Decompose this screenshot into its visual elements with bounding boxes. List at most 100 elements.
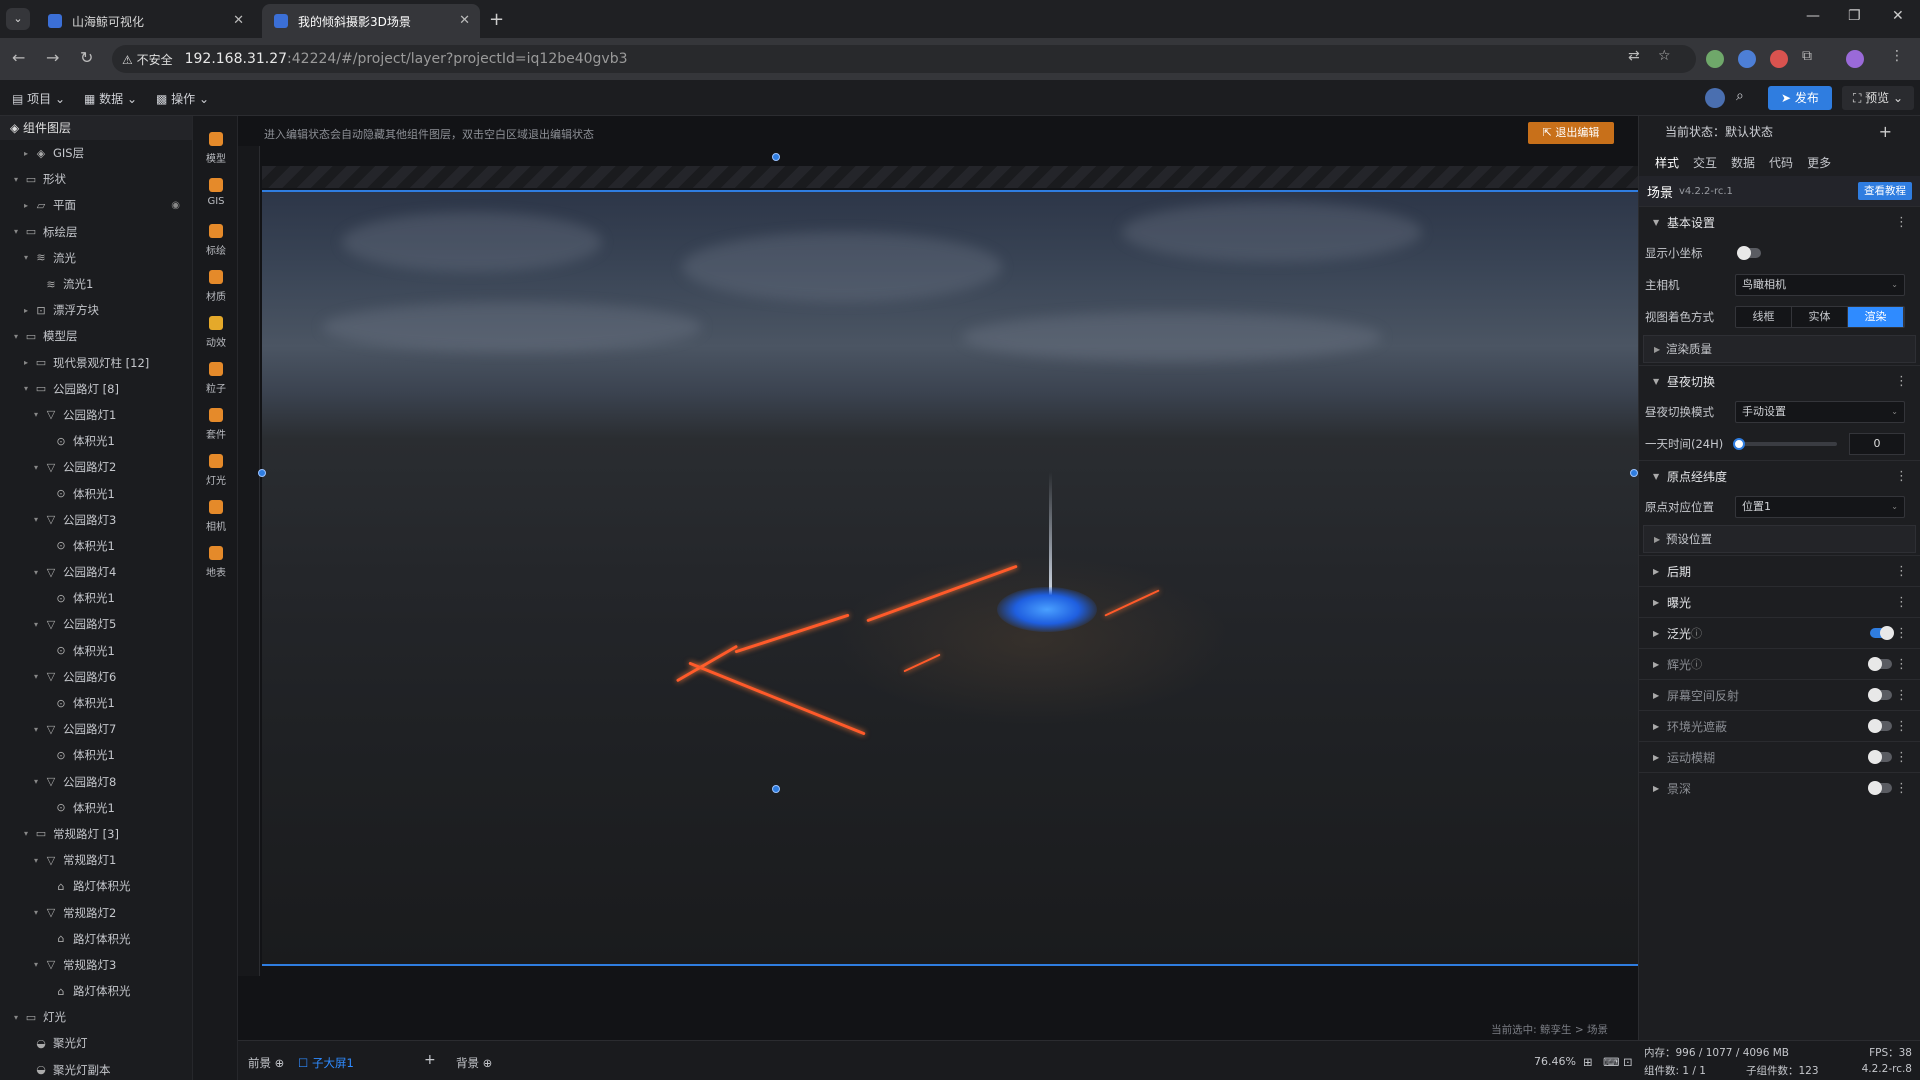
effect-section[interactable]: ▶ 屏幕空间反射 ⋮: [1639, 679, 1920, 710]
main-camera-select[interactable]: 鸟瞰相机 ⌄: [1735, 274, 1905, 296]
layer-row[interactable]: ▾ ▭ 公园路灯 [8]: [0, 376, 192, 402]
rail-item[interactable]: 地表: [193, 546, 239, 579]
effect-section[interactable]: ▶ 曝光 ⋮: [1639, 586, 1920, 617]
layer-row[interactable]: ◒ 聚光灯副本: [0, 1057, 192, 1080]
rail-item[interactable]: 模型: [193, 132, 239, 165]
layer-row[interactable]: ▾ ▭ 常规路灯 [3]: [0, 821, 192, 847]
resize-handle[interactable]: [772, 785, 780, 793]
layer-row[interactable]: ⊙ 体积光1: [0, 533, 192, 559]
origin-pos-select[interactable]: 位置1 ⌄: [1735, 496, 1905, 518]
layer-row[interactable]: ⌂ 路灯体积光: [0, 873, 192, 899]
close-tab-icon[interactable]: ✕: [233, 13, 244, 28]
layer-row[interactable]: ▾ ▽ 公园路灯6: [0, 664, 192, 690]
effect-section[interactable]: ▶ 泛光 ⓘ ⋮: [1639, 617, 1920, 648]
more-icon[interactable]: ⋮: [1895, 750, 1908, 765]
preset-position-group[interactable]: ▶ 预设位置: [1643, 525, 1916, 553]
effect-toggle[interactable]: [1870, 626, 1894, 640]
layer-row[interactable]: ⌂ 路灯体积光: [0, 978, 192, 1004]
tab-search-button[interactable]: ⌄: [6, 8, 30, 30]
project-menu[interactable]: ▤ 项目 ⌄: [12, 90, 65, 107]
effect-section[interactable]: ▶ 运动模糊 ⋮: [1639, 741, 1920, 772]
profile-avatar-icon[interactable]: [1846, 50, 1864, 68]
effect-toggle[interactable]: [1868, 781, 1892, 795]
layer-row[interactable]: ▾ ▽ 常规路灯1: [0, 847, 192, 873]
expand-arrow-icon[interactable]: ▸: [24, 149, 34, 158]
expand-arrow-icon[interactable]: ▾: [34, 463, 44, 472]
expand-arrow-icon[interactable]: ▾: [24, 384, 34, 393]
layer-row[interactable]: ⊙ 体积光1: [0, 795, 192, 821]
more-icon[interactable]: ⋮: [1895, 374, 1908, 389]
shading-option[interactable]: 实体: [1792, 307, 1848, 327]
property-tab[interactable]: 交互: [1693, 154, 1717, 171]
expand-arrow-icon[interactable]: ▾: [24, 829, 34, 838]
more-icon[interactable]: ⋮: [1895, 626, 1908, 641]
slider-knob[interactable]: [1733, 438, 1745, 450]
layer-row[interactable]: ⊙ 体积光1: [0, 638, 192, 664]
layer-row[interactable]: ⊙ 体积光1: [0, 690, 192, 716]
hidden-eye-icon[interactable]: ◉: [171, 200, 180, 211]
rail-item[interactable]: 标绘: [193, 224, 239, 257]
layer-row[interactable]: ▾ ▭ 灯光: [0, 1004, 192, 1030]
rail-item[interactable]: 套件: [193, 408, 239, 441]
more-icon[interactable]: ⋮: [1895, 595, 1908, 610]
address-bar[interactable]: ⚠ 不安全 192.168.31.27:42224/#/project/laye…: [112, 45, 1696, 73]
expand-arrow-icon[interactable]: ▾: [34, 725, 44, 734]
expand-arrow-icon[interactable]: ▾: [34, 568, 44, 577]
property-tab[interactable]: 代码: [1769, 154, 1793, 171]
help-icon[interactable]: ⓘ: [1691, 625, 1702, 641]
fullscreen-icon[interactable]: ⊡: [1623, 1055, 1633, 1069]
layer-row[interactable]: ⊙ 体积光1: [0, 585, 192, 611]
ops-menu[interactable]: ▩ 操作 ⌄: [156, 90, 209, 107]
layer-row[interactable]: ▸ ⊡ 漂浮方块: [0, 297, 192, 323]
expand-arrow-icon[interactable]: ▾: [14, 1013, 24, 1022]
insecure-badge[interactable]: ⚠ 不安全: [122, 51, 173, 68]
data-menu[interactable]: ▦ 数据 ⌄: [84, 90, 137, 107]
effect-toggle[interactable]: [1868, 688, 1892, 702]
more-icon[interactable]: ⋮: [1895, 688, 1908, 703]
effect-toggle[interactable]: [1868, 750, 1892, 764]
expand-arrow-icon[interactable]: ▾: [34, 620, 44, 629]
section-daynight[interactable]: ▼ 昼夜切换 ⋮: [1639, 365, 1920, 396]
expand-arrow-icon[interactable]: ▾: [34, 410, 44, 419]
expand-arrow-icon[interactable]: ▾: [34, 960, 44, 969]
rail-item[interactable]: GIS: [193, 178, 239, 207]
help-icon[interactable]: ⓘ: [1691, 656, 1702, 672]
rail-item[interactable]: 灯光: [193, 454, 239, 487]
forward-icon[interactable]: →: [46, 48, 59, 67]
restore-icon[interactable]: ❐: [1848, 8, 1861, 24]
render-quality-group[interactable]: ▶ 渲染质量: [1643, 335, 1916, 363]
expand-arrow-icon[interactable]: ▾: [14, 227, 24, 236]
layer-row[interactable]: ⊙ 体积光1: [0, 480, 192, 506]
more-icon[interactable]: ⋮: [1895, 719, 1908, 734]
publish-button[interactable]: ➤ 发布: [1768, 86, 1832, 110]
more-icon[interactable]: ⋮: [1895, 215, 1908, 230]
browser-tab-1[interactable]: 山海鲸可视化 ✕: [36, 4, 254, 38]
layer-row[interactable]: ⊙ 体积光1: [0, 428, 192, 454]
expand-arrow-icon[interactable]: ▾: [24, 253, 34, 262]
effect-section[interactable]: ▶ 辉光 ⓘ ⋮: [1639, 648, 1920, 679]
expand-arrow-icon[interactable]: ▾: [14, 332, 24, 341]
foreground-tab[interactable]: 前景 ⊕: [248, 1055, 284, 1071]
tutorial-button[interactable]: 查看教程: [1858, 182, 1912, 200]
property-tab[interactable]: 数据: [1731, 154, 1755, 171]
layer-row[interactable]: ≋ 流光1: [0, 271, 192, 297]
effect-toggle[interactable]: [1868, 719, 1892, 733]
expand-arrow-icon[interactable]: ▾: [14, 175, 24, 184]
effect-section[interactable]: ▶ 景深 ⋮: [1639, 772, 1920, 803]
expand-arrow-icon[interactable]: ▾: [34, 856, 44, 865]
back-icon[interactable]: ←: [12, 48, 25, 67]
layer-row[interactable]: ◒ 聚光灯: [0, 1030, 192, 1056]
day-time-slider[interactable]: [1733, 438, 1837, 450]
extension-icon[interactable]: [1770, 50, 1788, 68]
extension-icon[interactable]: [1738, 50, 1756, 68]
expand-arrow-icon[interactable]: ▾: [34, 672, 44, 681]
browser-menu-icon[interactable]: ⋮: [1890, 48, 1904, 64]
day-time-input[interactable]: 0: [1849, 433, 1905, 455]
expand-arrow-icon[interactable]: ▾: [34, 777, 44, 786]
close-window-icon[interactable]: ✕: [1892, 8, 1904, 24]
background-tab[interactable]: 背景 ⊕: [456, 1055, 492, 1071]
layer-row[interactable]: ▾ ▭ 形状: [0, 166, 192, 192]
close-tab-icon[interactable]: ✕: [459, 13, 470, 28]
zoom-level[interactable]: 76.46%: [1534, 1055, 1576, 1068]
add-state-icon[interactable]: +: [1879, 116, 1892, 148]
